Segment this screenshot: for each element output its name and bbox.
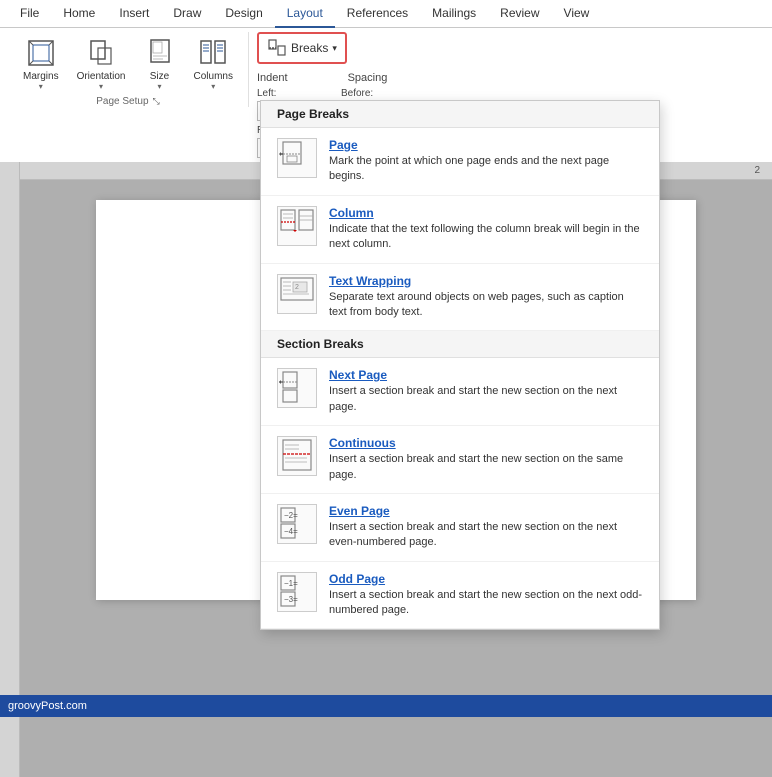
column-break-desc: Indicate that the text following the col… (329, 222, 643, 253)
breaks-label: Breaks (291, 41, 328, 55)
break-item-continuous[interactable]: Continuous Insert a section break and st… (261, 426, 659, 494)
tab-view[interactable]: View (552, 0, 602, 28)
breaks-icon (267, 38, 287, 58)
even-page-text: Even Page Insert a section break and sta… (329, 504, 643, 551)
page-setup-group-label-row: Page Setup ⤡ (96, 96, 159, 107)
text-wrapping-icon: 2 (277, 274, 317, 314)
column-break-icon (277, 206, 317, 246)
svg-text:−2=: −2= (284, 511, 298, 520)
orientation-icon (85, 37, 117, 69)
page-setup-expand-icon[interactable]: ⤡ (153, 96, 160, 107)
break-item-text-wrapping[interactable]: 2 Text Wrapping Separate text around obj… (261, 264, 659, 332)
page-setup-buttons: Margins ▾ Orientation ▾ (16, 32, 240, 96)
section-breaks-header: Section Breaks (261, 331, 659, 358)
breaks-button[interactable]: Breaks ▾ (257, 32, 347, 64)
indent-section-label: Indent (257, 72, 288, 84)
tab-references[interactable]: References (335, 0, 420, 28)
odd-page-text: Odd Page Insert a section break and star… (329, 572, 643, 619)
page-setup-group-label: Page Setup (96, 96, 148, 107)
svg-text:−3=: −3= (284, 595, 298, 604)
ruler-marker: 2 (754, 165, 760, 176)
columns-label: Columns (194, 71, 233, 82)
tab-file[interactable]: File (8, 0, 51, 28)
continuous-text: Continuous Insert a section break and st… (329, 436, 643, 483)
ribbon-tab-bar: File Home Insert Draw Design Layout Refe… (0, 0, 772, 28)
size-label: Size (150, 71, 169, 82)
size-button[interactable]: Size ▾ (137, 32, 183, 96)
columns-icon (197, 37, 229, 69)
break-item-next-page[interactable]: Next Page Insert a section break and sta… (261, 358, 659, 426)
tab-home[interactable]: Home (51, 0, 107, 28)
margins-button[interactable]: Margins ▾ (16, 32, 66, 96)
breaks-dropdown-menu: Page Breaks Page Mark the point at which… (260, 100, 660, 630)
orientation-button[interactable]: Orientation ▾ (70, 32, 133, 96)
svg-text:2: 2 (295, 284, 299, 291)
columns-button[interactable]: Columns ▾ (187, 32, 240, 96)
page-break-title: Page (329, 138, 643, 152)
spacing-section-label: Spacing (348, 72, 388, 84)
page-break-icon (277, 138, 317, 178)
tab-mailings[interactable]: Mailings (420, 0, 488, 28)
odd-page-icon: −1= −3= (277, 572, 317, 612)
break-item-even-page[interactable]: −2= −4= Even Page Insert a section break… (261, 494, 659, 562)
odd-page-desc: Insert a section break and start the new… (329, 588, 643, 619)
odd-page-title: Odd Page (329, 572, 643, 586)
break-item-column[interactable]: Column Indicate that the text following … (261, 196, 659, 264)
svg-text:−1=: −1= (284, 579, 298, 588)
tab-layout[interactable]: Layout (275, 0, 335, 28)
margins-icon (25, 37, 57, 69)
tab-insert[interactable]: Insert (107, 0, 161, 28)
next-page-desc: Insert a section break and start the new… (329, 384, 643, 415)
size-icon (144, 37, 176, 69)
indent-left-label: Left: (257, 88, 325, 99)
break-item-page[interactable]: Page Mark the point at which one page en… (261, 128, 659, 196)
break-item-odd-page[interactable]: −1= −3= Odd Page Insert a section break … (261, 562, 659, 630)
orientation-label: Orientation (77, 71, 126, 82)
tab-draw[interactable]: Draw (161, 0, 213, 28)
page-break-desc: Mark the point at which one page ends an… (329, 154, 643, 185)
tab-review[interactable]: Review (488, 0, 551, 28)
breaks-dropdown-arrow: ▾ (332, 43, 337, 54)
orientation-arrow: ▾ (99, 82, 103, 91)
text-wrapping-title: Text Wrapping (329, 274, 643, 288)
column-break-title: Column (329, 206, 643, 220)
continuous-desc: Insert a section break and start the new… (329, 452, 643, 483)
even-page-title: Even Page (329, 504, 643, 518)
next-page-icon (277, 368, 317, 408)
next-page-text: Next Page Insert a section break and sta… (329, 368, 643, 415)
continuous-title: Continuous (329, 436, 643, 450)
footer-text: groovyPost.com (8, 700, 87, 712)
next-page-title: Next Page (329, 368, 643, 382)
page-break-text: Page Mark the point at which one page en… (329, 138, 643, 185)
tab-design[interactable]: Design (213, 0, 274, 28)
even-page-desc: Insert a section break and start the new… (329, 520, 643, 551)
column-break-text: Column Indicate that the text following … (329, 206, 643, 253)
text-wrapping-desc: Separate text around objects on web page… (329, 290, 643, 321)
footer-bar: groovyPost.com (0, 695, 772, 717)
spacing-before-label: Before: (341, 88, 409, 99)
margins-arrow: ▾ (39, 82, 43, 91)
ribbon-group-page-setup: Margins ▾ Orientation ▾ (8, 32, 249, 107)
even-page-icon: −2= −4= (277, 504, 317, 544)
vertical-ruler (0, 162, 20, 777)
svg-text:−4=: −4= (284, 527, 298, 536)
columns-arrow: ▾ (211, 82, 215, 91)
size-arrow: ▾ (157, 82, 161, 91)
margins-label: Margins (23, 71, 59, 82)
text-wrapping-text: Text Wrapping Separate text around objec… (329, 274, 643, 321)
page-breaks-header: Page Breaks (261, 101, 659, 128)
continuous-icon (277, 436, 317, 476)
